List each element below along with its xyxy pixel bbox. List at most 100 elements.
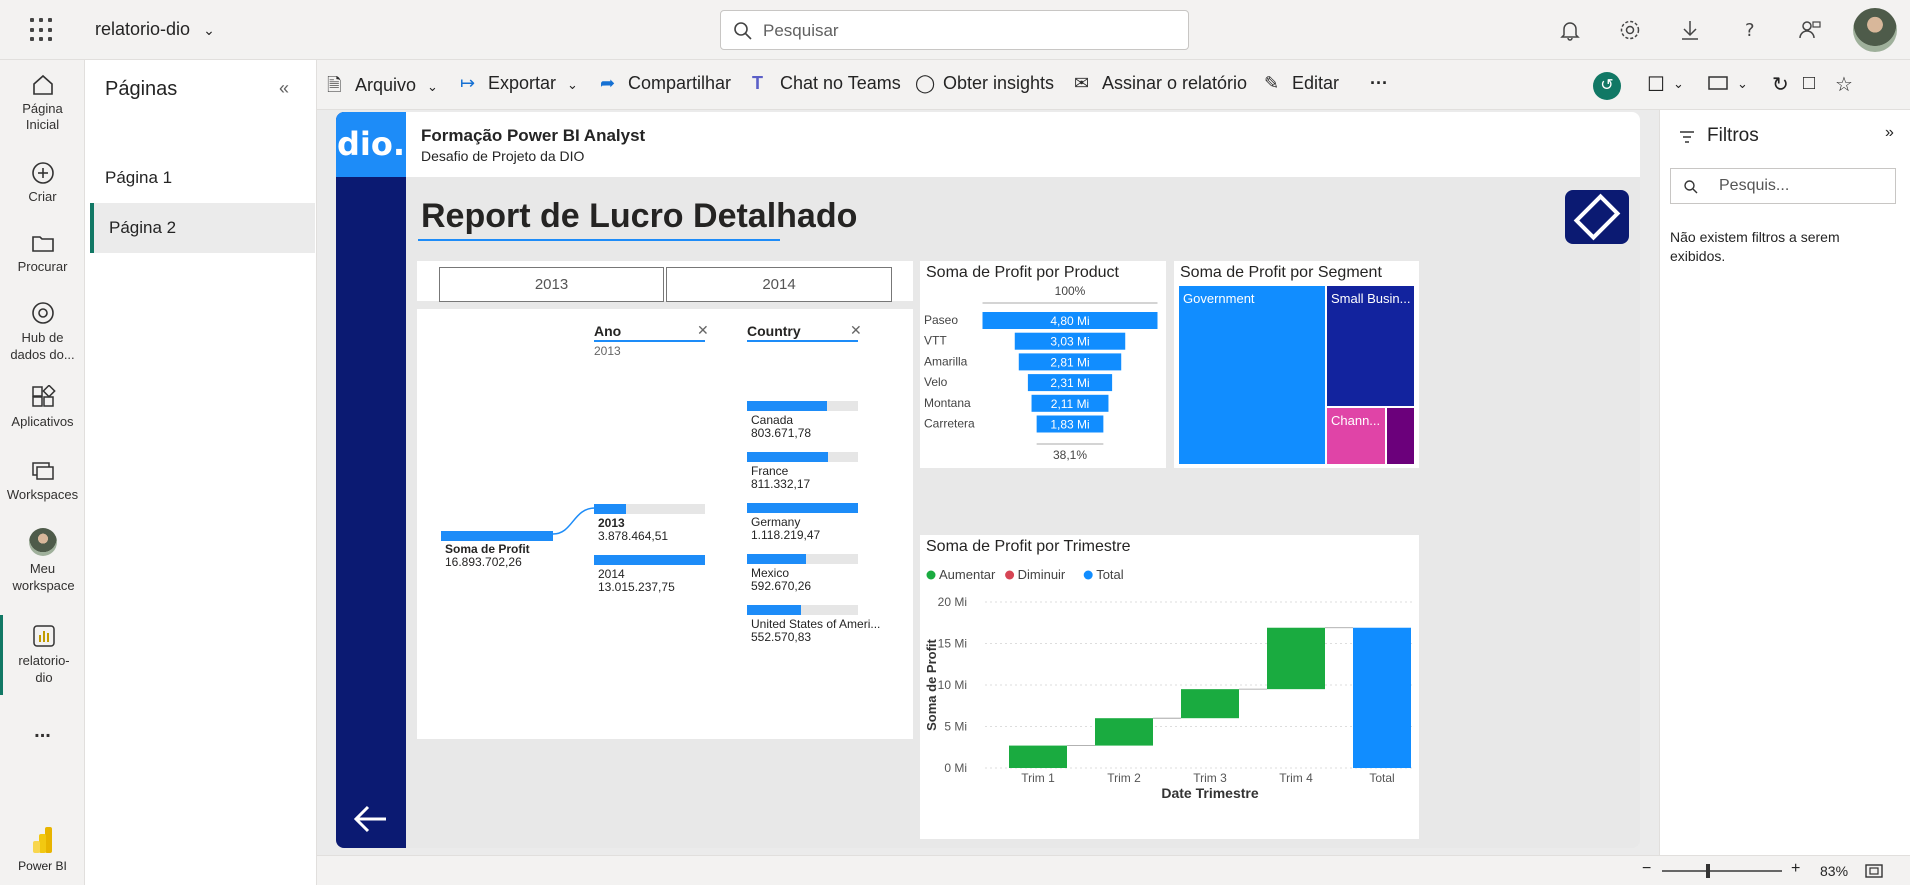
search-placeholder: Pesquisar: [763, 21, 839, 40]
comment-icon[interactable]: □: [1803, 72, 1829, 98]
year-label: 2013: [598, 516, 625, 530]
treemap-government[interactable]: Government: [1179, 286, 1325, 464]
share-icon: ➦: [600, 73, 616, 93]
file-menu[interactable]: 🗎 Arquivo ⌄: [327, 73, 438, 103]
header-subtitle: Desafio de Projeto da DIO: [421, 148, 585, 164]
page-tab-2[interactable]: Página 2: [90, 203, 315, 253]
pages-title: Páginas: [105, 78, 178, 100]
reset-icon[interactable]: ↺: [1593, 72, 1621, 100]
report-name: relatorio-dio: [95, 19, 191, 39]
lightbulb-icon: ◯: [915, 73, 936, 93]
notification-bell-icon[interactable]: [1558, 18, 1582, 42]
file-label: Arquivo: [355, 75, 417, 95]
zoom-slider[interactable]: [1662, 870, 1782, 872]
nav-home[interactable]: Página Inicial: [0, 72, 85, 133]
root-bar[interactable]: [441, 531, 553, 541]
y-tick-label: 20 Mi: [938, 595, 967, 609]
header-title: Formação Power BI Analyst: [421, 126, 646, 145]
nav-browse[interactable]: Procurar: [0, 230, 85, 274]
more-options-button[interactable]: ···: [1370, 73, 1388, 94]
zoom-slider-thumb[interactable]: [1706, 864, 1710, 878]
nav-apps[interactable]: Aplicativos: [0, 385, 85, 429]
page-tab-1[interactable]: Página 1: [90, 153, 315, 203]
treemap-channel[interactable]: Chann...: [1327, 408, 1385, 464]
waterfall-bar[interactable]: [1095, 718, 1153, 746]
remove-country-icon[interactable]: ✕: [850, 322, 862, 339]
decomp-ano-header: Ano: [594, 323, 622, 339]
nav-my-workspace[interactable]: Meu workspace: [0, 528, 85, 594]
badge-icon[interactable]: [1565, 190, 1629, 244]
bookmark-icon[interactable]: ☐: [1647, 72, 1673, 98]
funnel-value-label: 4,80 Mi: [1050, 314, 1089, 328]
decomp-country-header: Country: [747, 323, 801, 339]
fit-to-page-icon[interactable]: [1865, 863, 1883, 879]
download-icon[interactable]: [1678, 18, 1702, 42]
collapse-pane-icon[interactable]: «: [279, 78, 289, 99]
funnel-value-label: 1,83 Mi: [1050, 418, 1089, 432]
slicer-2014[interactable]: 2014: [666, 267, 892, 302]
edit-button[interactable]: ✎ Editar: [1264, 73, 1339, 94]
teams-chat-button[interactable]: T Chat no Teams: [752, 73, 901, 94]
country-label: United States of Ameri...: [751, 617, 881, 631]
status-bar: − + 83%: [317, 855, 1910, 885]
waterfall-bar[interactable]: [1181, 689, 1239, 719]
teams-label: Chat no Teams: [780, 73, 901, 93]
nav-create-label: Criar: [28, 189, 57, 204]
top-bar: relatorio-dio ⌄ Pesquisar ?: [0, 0, 1910, 60]
teams-icon: T: [752, 73, 763, 93]
report-name-menu[interactable]: relatorio-dio ⌄: [95, 19, 215, 40]
nav-more-button[interactable]: ...: [0, 720, 85, 743]
country-bar: [747, 605, 801, 615]
home-icon: [32, 74, 53, 95]
insights-button[interactable]: ◯ Obter insights: [915, 73, 1054, 94]
segment-chart-title: Soma de Profit por Segment: [1180, 264, 1382, 281]
expand-filters-icon[interactable]: »: [1885, 124, 1894, 142]
nav-current-report[interactable]: relatorio-dio: [0, 615, 85, 695]
y-axis-title: Soma de Profit: [924, 638, 939, 730]
title-underline: [418, 239, 780, 241]
export-menu[interactable]: ↦ Exportar ⌄: [460, 73, 578, 94]
settings-gear-icon[interactable]: [1618, 18, 1642, 42]
back-arrow-icon[interactable]: [352, 804, 390, 834]
feedback-icon[interactable]: [1798, 18, 1822, 42]
zoom-in-button[interactable]: +: [1791, 860, 1800, 878]
view-icon[interactable]: [1707, 72, 1733, 98]
slicer-2013-label: 2013: [534, 276, 569, 293]
remove-ano-icon[interactable]: ✕: [697, 322, 709, 339]
subscribe-button[interactable]: ✉ Assinar o relatório: [1074, 73, 1247, 94]
refresh-icon[interactable]: ↻: [1772, 72, 1798, 98]
slicer-2013[interactable]: 2013: [439, 267, 664, 302]
waterfall-bar[interactable]: [1009, 745, 1067, 768]
insights-label: Obter insights: [943, 73, 1055, 93]
funnel-value-label: 2,11 Mi: [1051, 397, 1089, 411]
funnel-top-pct: 100%: [1055, 284, 1086, 298]
country-value: 811.332,17: [751, 477, 811, 491]
filters-search-input[interactable]: Pesquis...: [1670, 168, 1896, 204]
share-button[interactable]: ➦ Compartilhar: [600, 73, 731, 94]
year-bar: [594, 555, 705, 565]
power-bi-brand[interactable]: Power BI: [0, 825, 85, 873]
nav-data-hub[interactable]: Hub de dados do...: [0, 300, 85, 363]
year-label: 2014: [598, 567, 625, 581]
more-icon: ...: [34, 720, 51, 742]
y-tick-label: 15 Mi: [938, 637, 967, 651]
nav-workspaces[interactable]: Workspaces: [0, 458, 85, 502]
funnel-bottom-pct: 38,1%: [1053, 448, 1087, 461]
treemap-small-business[interactable]: Small Busin...: [1327, 286, 1414, 406]
more-options-icon: ···: [1370, 73, 1388, 93]
search-box[interactable]: Pesquisar: [720, 10, 1189, 50]
treemap-other[interactable]: [1387, 408, 1414, 464]
chevron-down-icon[interactable]: ⌄: [1673, 72, 1699, 98]
nav-create[interactable]: Criar: [0, 160, 85, 204]
chevron-down-icon[interactable]: ⌄: [1737, 72, 1763, 98]
help-icon[interactable]: ?: [1738, 18, 1762, 42]
nav-data-hub-label: Hub de dados do...: [10, 330, 75, 362]
waterfall-bar[interactable]: [1267, 627, 1325, 690]
user-avatar[interactable]: [1853, 8, 1897, 52]
app-launcher-icon[interactable]: [30, 18, 54, 42]
waterfall-bar[interactable]: [1353, 627, 1411, 768]
legend-marker: [926, 570, 936, 580]
favorite-star-icon[interactable]: ☆: [1835, 72, 1861, 98]
zoom-level: 83%: [1820, 863, 1849, 879]
zoom-out-button[interactable]: −: [1642, 860, 1651, 878]
